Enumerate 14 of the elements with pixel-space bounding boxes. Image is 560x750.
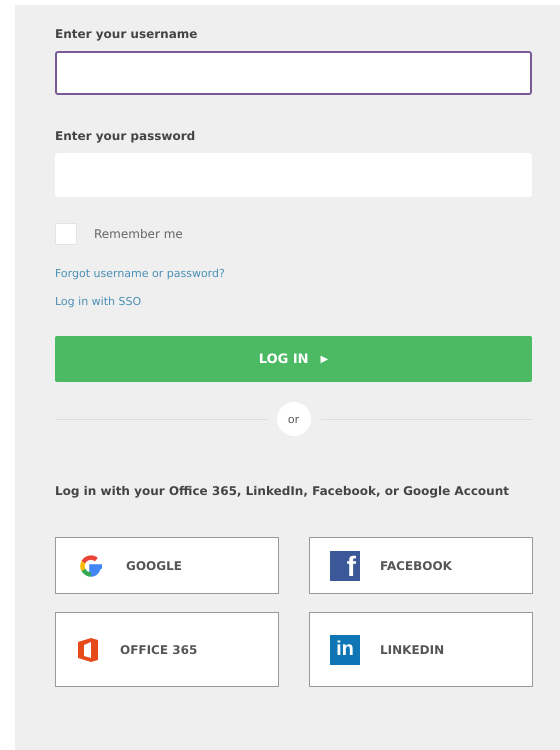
username-field[interactable] [55,51,532,95]
social-login-button[interactable]: OFFICE 365 [55,612,279,687]
social-login-button[interactable]: f FACEBOOK [309,537,533,594]
office-logo-icon [76,636,100,662]
linkedin-logo-icon: in [330,634,360,664]
remember-checkbox[interactable] [55,223,77,245]
field-label: Enter your password [55,129,196,143]
facebook-logo-icon: f [330,550,360,580]
social-login-prompt: Log in with your Office 365, LinkedIn, Facebook, or Google Account [55,483,510,500]
social-login-button[interactable]: in LINKEDIN [309,612,533,687]
checkbox-label: Remember me [94,227,183,241]
social-login-button[interactable]: GOOGLE [55,537,279,594]
field-label: Enter your username [55,27,198,41]
divider-label: or [276,402,310,436]
